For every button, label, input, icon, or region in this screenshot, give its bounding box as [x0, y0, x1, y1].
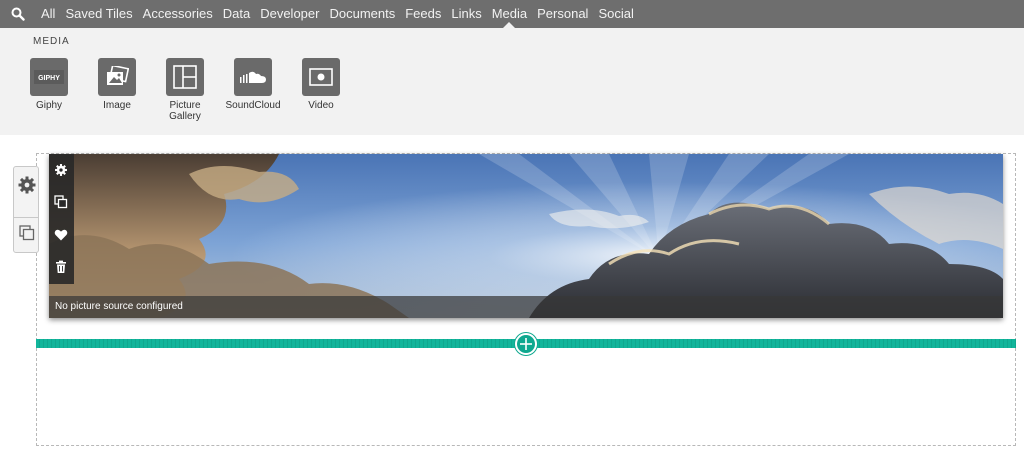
tile-toolbar	[49, 154, 74, 284]
tab-documents[interactable]: Documents	[324, 0, 400, 28]
giphy-badge: GIPHY	[38, 75, 60, 82]
row-side-handle	[13, 166, 39, 253]
sky-image	[49, 154, 1003, 318]
top-nav: All Saved Tiles Accessories Data Develop…	[0, 0, 1024, 28]
copy-icon[interactable]	[54, 195, 69, 210]
search-button[interactable]	[0, 0, 36, 28]
tile-label: Video	[308, 100, 334, 111]
tile-label: Giphy	[35, 100, 63, 111]
picture-tile[interactable]: No picture source configured	[49, 154, 1003, 318]
handle-divider	[14, 217, 38, 218]
tile-label: Picture Gallery	[169, 100, 201, 122]
tile-image[interactable]: Image	[82, 58, 152, 111]
tab-links[interactable]: Links	[446, 0, 486, 28]
tab-feeds[interactable]: Feeds	[400, 0, 446, 28]
search-icon	[11, 7, 25, 21]
gear-icon[interactable]	[17, 175, 37, 200]
add-row-button[interactable]	[515, 333, 537, 355]
tile-video[interactable]: Video	[286, 58, 356, 111]
tab-social[interactable]: Social	[593, 0, 638, 28]
tab-personal[interactable]: Personal	[532, 0, 593, 28]
tile-label: SoundCloud	[225, 100, 281, 111]
giphy-icon: GIPHY	[30, 58, 68, 96]
heart-icon[interactable]	[54, 228, 69, 243]
plus-icon	[520, 338, 532, 350]
soundcloud-icon	[234, 58, 272, 96]
tab-data[interactable]: Data	[218, 0, 255, 28]
video-icon	[302, 58, 340, 96]
tile-picture-gallery[interactable]: Picture Gallery	[150, 58, 220, 122]
tab-media[interactable]: Media	[487, 0, 532, 28]
trash-icon[interactable]	[54, 260, 69, 275]
tile-soundcloud[interactable]: SoundCloud	[218, 58, 288, 111]
tile-label: Image	[103, 100, 131, 111]
section-title: MEDIA	[33, 36, 70, 47]
gallery-icon	[166, 58, 204, 96]
tab-developer[interactable]: Developer	[255, 0, 324, 28]
gear-icon[interactable]	[54, 163, 69, 178]
image-icon	[98, 58, 136, 96]
tab-saved-tiles[interactable]: Saved Tiles	[60, 0, 137, 28]
category-tabs: All Saved Tiles Accessories Data Develop…	[36, 0, 639, 28]
tab-accessories[interactable]: Accessories	[138, 0, 218, 28]
tile-giphy[interactable]: GIPHY Giphy	[14, 58, 84, 111]
copy-icon[interactable]	[19, 225, 35, 246]
tiles-panel: MEDIA GIPHY Giphy Image Picture Gallery …	[0, 28, 1024, 135]
picture-caption: No picture source configured	[49, 296, 1003, 318]
tab-all[interactable]: All	[36, 0, 60, 28]
